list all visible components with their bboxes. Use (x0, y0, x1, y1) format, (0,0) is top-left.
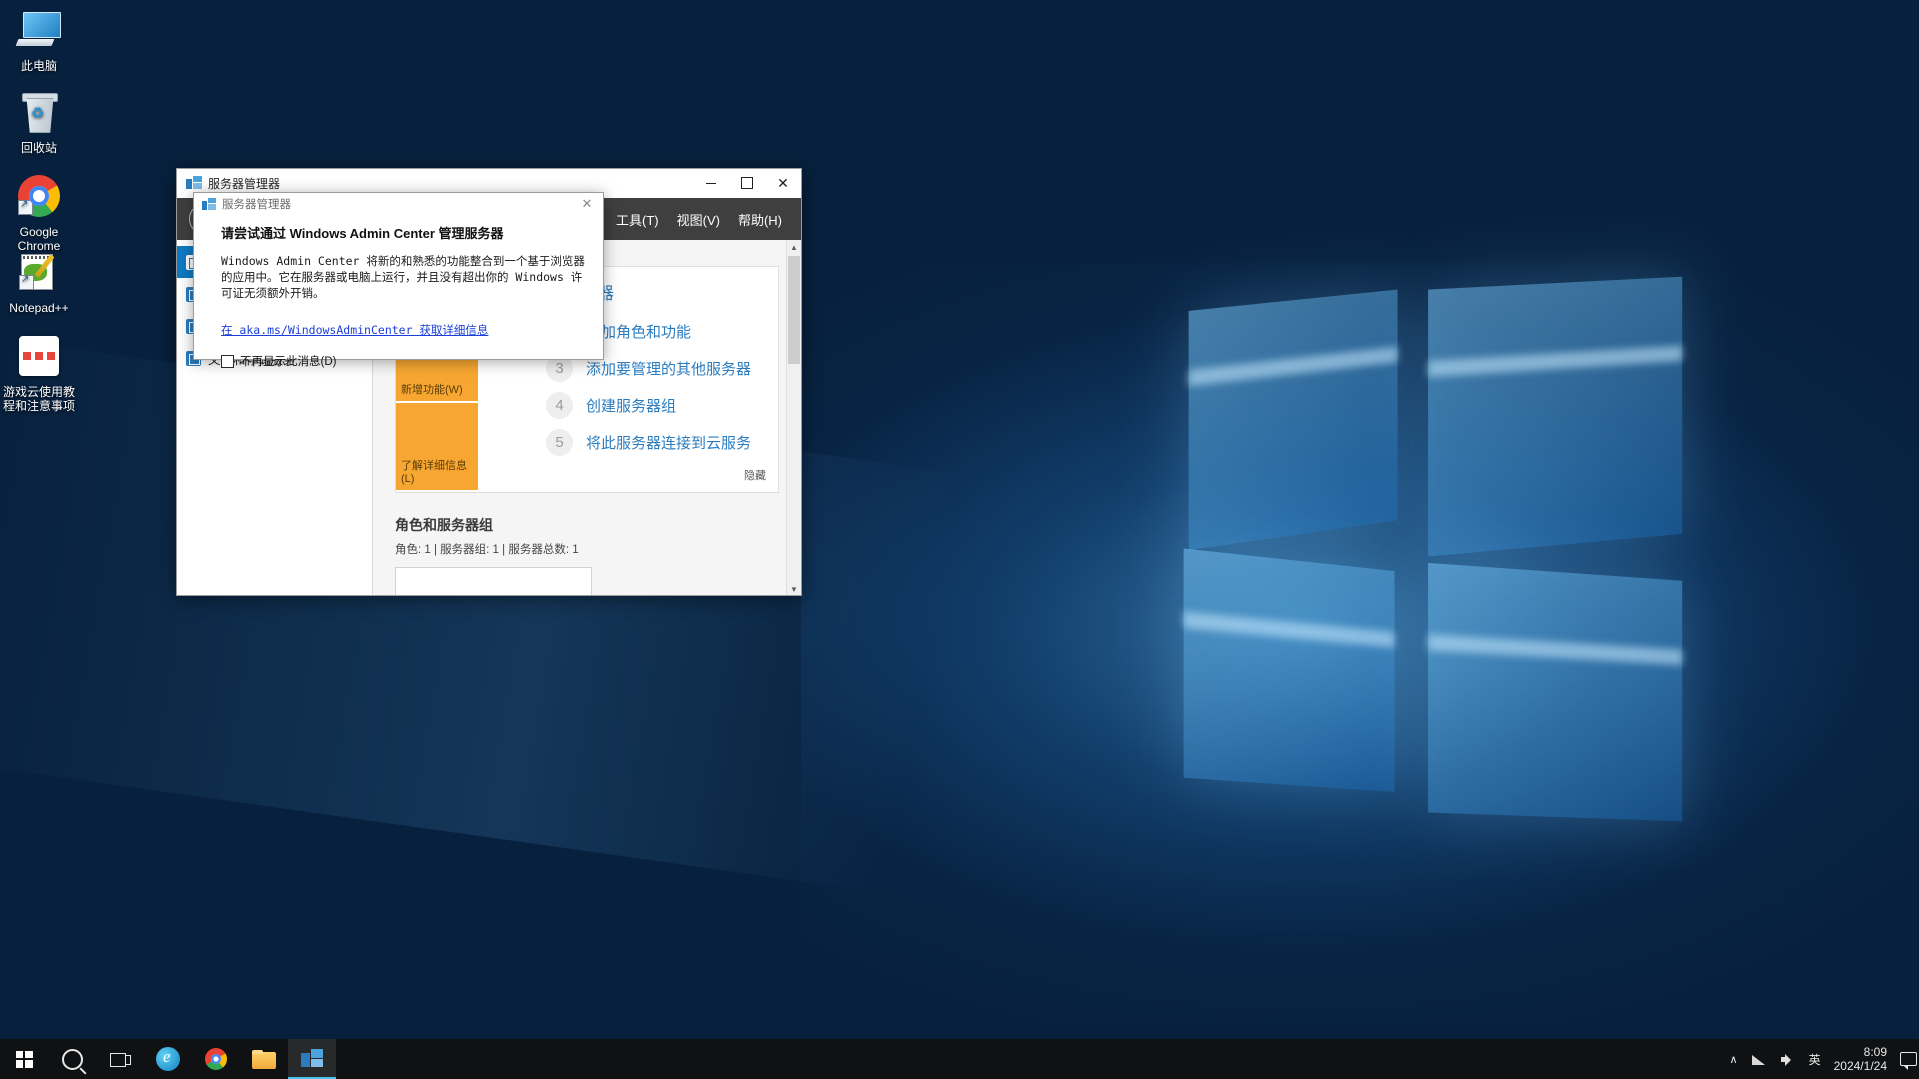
desktop-icon-label: Notepad++ (9, 301, 69, 315)
desktop-icon-this-pc[interactable]: 此电脑 (0, 6, 78, 73)
tray-ime-indicator[interactable]: 英 (1802, 1039, 1828, 1079)
app-tile-icon (0, 332, 78, 380)
dialog-close-button[interactable]: ✕ (571, 193, 603, 215)
dialog-title-bar: 服务器管理器 ✕ (194, 193, 603, 215)
step-connect-cloud-services[interactable]: 5 将此服务器连接到云服务 (546, 429, 778, 456)
desktop-icon-label: 此电脑 (20, 59, 57, 73)
chevron-up-icon: ∧ (1729, 1053, 1738, 1066)
close-button[interactable]: ✕ (765, 169, 801, 197)
maximize-button[interactable] (729, 169, 765, 197)
step-create-server-group[interactable]: 4 创建服务器组 (546, 392, 778, 419)
wallpaper-pane (1183, 548, 1395, 793)
wallpaper-pane (1428, 562, 1683, 822)
task-view-icon (110, 1052, 131, 1067)
close-icon: ✕ (777, 175, 789, 191)
server-manager-icon (202, 197, 216, 211)
notepad-plus-plus-icon (0, 248, 78, 296)
clock-time: 8:09 (1863, 1045, 1887, 1059)
desktop-icon-game-cloud-guide[interactable]: 游戏云使用教 程和注意事项 (0, 332, 78, 413)
chrome-icon (0, 172, 78, 220)
clock-date: 2024/1/24 (1833, 1059, 1887, 1073)
desktop-icon-label: 回收站 (20, 141, 57, 155)
step-label: 添加要管理的其他服务器 (586, 361, 752, 378)
wallpaper-pane (1428, 276, 1683, 557)
dialog-description: Windows Admin Center 将新的和熟悉的功能整合到一个基于浏览器… (221, 254, 585, 300)
network-icon (1751, 1053, 1767, 1065)
desktop-icon-label-line1: Google (19, 225, 59, 239)
do-not-show-again-label: 不再显示此消息(D) (240, 356, 337, 368)
window-title: 服务器管理器 (208, 176, 281, 191)
taskbar-app-edge[interactable] (144, 1039, 192, 1079)
tile-learn-more[interactable]: 了解详细信息(L) (396, 402, 478, 492)
server-manager-icon (301, 1049, 323, 1069)
scroll-down-arrow-icon[interactable]: ▼ (787, 582, 801, 595)
dialog-body: 请尝试通过 Windows Admin Center 管理服务器 Windows… (194, 215, 603, 369)
roles-and-server-groups-section: 角色和服务器组 角色: 1 | 服务器组: 1 | 服务器总数: 1 (395, 515, 779, 595)
scroll-up-arrow-icon[interactable]: ▲ (787, 240, 801, 254)
taskbar-app-file-explorer[interactable] (240, 1039, 288, 1079)
scrollbar-thumb[interactable] (788, 256, 800, 364)
desktop-icon-label-line2: 程和注意事项 (2, 399, 75, 413)
desktop-icon-notepad-plus-plus[interactable]: Notepad++ (0, 248, 78, 315)
content-scrollbar[interactable]: ▲ ▼ (786, 240, 801, 595)
recycle-bin-icon: ♻ (0, 88, 78, 136)
search-icon (61, 1048, 83, 1070)
menu-item-help[interactable]: 帮助(H) (729, 198, 791, 240)
close-icon: ✕ (581, 196, 593, 211)
menu-item-view[interactable]: 视图(V) (668, 198, 729, 240)
notification-icon (1899, 1052, 1917, 1070)
step-number: 4 (546, 392, 573, 419)
admin-center-learn-more-link[interactable]: 在 aka.ms/WindowsAdminCenter 获取详细信息 (221, 322, 488, 338)
do-not-show-again-checkbox[interactable] (221, 354, 234, 368)
start-button[interactable] (0, 1039, 48, 1079)
roles-section-title: 角色和服务器组 (395, 517, 493, 533)
server-manager-icon (186, 176, 202, 190)
volume-icon (1780, 1053, 1795, 1066)
desktop-icon-label-line1: 游戏云使用教 (2, 385, 75, 399)
menu-item-tools[interactable]: 工具(T) (607, 198, 668, 240)
file-explorer-icon (252, 1049, 276, 1069)
minimize-button[interactable] (693, 169, 729, 197)
taskbar: ∧ 英 8:09 2024/1/24 (0, 1039, 1919, 1079)
roles-section-summary: 角色: 1 | 服务器组: 1 | 服务器总数: 1 (395, 544, 579, 556)
search-button[interactable] (48, 1039, 96, 1079)
maximize-icon (741, 177, 753, 189)
system-tray: ∧ 英 8:09 2024/1/24 (1723, 1039, 1919, 1079)
wallpaper-pane (1188, 289, 1398, 551)
step-label: 创建服务器组 (586, 398, 677, 415)
dialog-title: 服务器管理器 (222, 199, 291, 211)
notification-center-button[interactable] (1897, 1039, 1919, 1079)
admin-center-dialog[interactable]: 服务器管理器 ✕ 请尝试通过 Windows Admin Center 管理服务… (193, 192, 604, 368)
desktop-icon-google-chrome[interactable]: Google Chrome (0, 172, 78, 253)
tray-expand-button[interactable]: ∧ (1723, 1039, 1745, 1079)
step-label: 将此服务器连接到云服务 (586, 435, 752, 452)
desktop-icon-recycle-bin[interactable]: ♻ 回收站 (0, 88, 78, 155)
windows-logo-icon (15, 1050, 33, 1068)
dialog-heading: 请尝试通过 Windows Admin Center 管理服务器 (221, 226, 504, 241)
role-card[interactable] (395, 567, 592, 595)
tray-volume-button[interactable] (1774, 1039, 1802, 1079)
do-not-show-again-row[interactable]: 不再显示此消息(D) (221, 353, 585, 369)
minimize-icon (706, 182, 716, 184)
edge-icon (156, 1047, 180, 1071)
taskbar-app-server-manager[interactable] (288, 1039, 336, 1079)
task-view-button[interactable] (96, 1039, 144, 1079)
taskbar-app-chrome[interactable] (192, 1039, 240, 1079)
hide-welcome-link[interactable]: 隐藏 (744, 467, 766, 483)
this-pc-icon (0, 6, 78, 54)
tray-network-button[interactable] (1745, 1039, 1774, 1079)
chrome-icon (205, 1048, 227, 1070)
taskbar-clock[interactable]: 8:09 2024/1/24 (1828, 1039, 1897, 1079)
step-number: 5 (546, 429, 573, 456)
